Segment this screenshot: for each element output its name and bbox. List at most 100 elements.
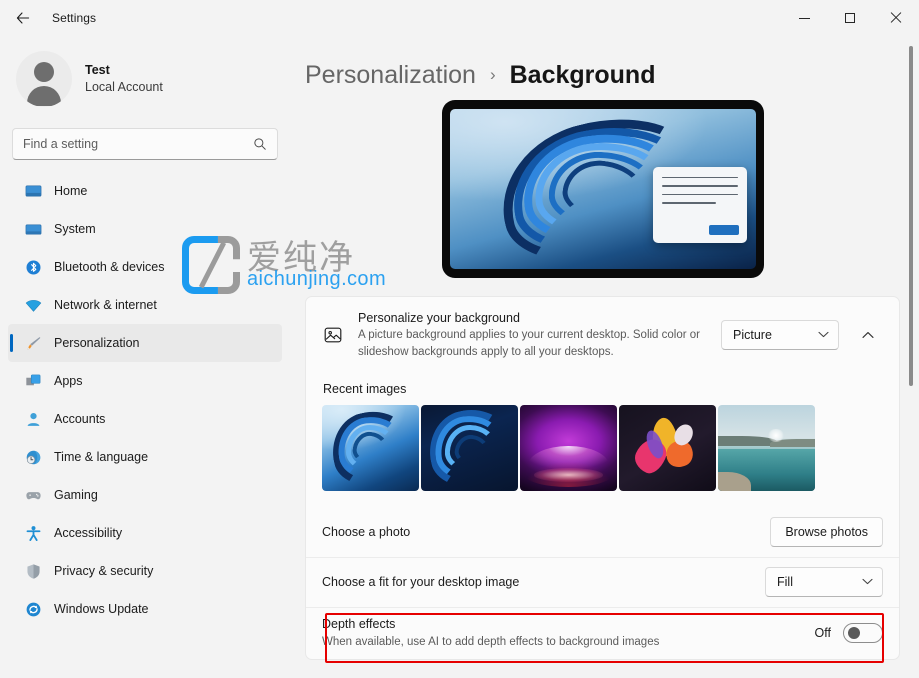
collapse-section-button[interactable]: [853, 320, 883, 350]
recent-images-label: Recent images: [323, 382, 883, 396]
depth-effects-row: Depth effects When available, use AI to …: [306, 607, 899, 659]
recent-image-thumbnail[interactable]: [718, 405, 815, 491]
sidebar-item-label: Bluetooth & devices: [54, 260, 165, 274]
profile-subtitle: Local Account: [85, 79, 163, 96]
sidebar-item-label: System: [54, 222, 96, 236]
recent-images-list: [322, 405, 883, 491]
sidebar-item-gaming[interactable]: Gaming: [8, 476, 282, 514]
fit-value: Fill: [777, 575, 793, 589]
personalize-title: Personalize your background: [358, 309, 707, 327]
mock-text-line: [662, 202, 717, 204]
title-bar: Settings: [0, 0, 919, 36]
desktop-preview-monitor: [442, 100, 764, 278]
shield-icon: [24, 562, 42, 580]
sidebar-item-label: Gaming: [54, 488, 98, 502]
mock-text-line: [662, 185, 738, 187]
clock-globe-icon: [24, 448, 42, 466]
avatar: [16, 51, 72, 107]
sidebar: Test Local Account: [0, 36, 290, 678]
accounts-icon: [24, 410, 42, 428]
personalize-text: Personalize your background A picture ba…: [358, 309, 707, 362]
chevron-up-icon: [862, 331, 874, 339]
choose-fit-text: Choose a fit for your desktop image: [322, 573, 751, 591]
apps-icon: [24, 372, 42, 390]
close-button[interactable]: [873, 0, 919, 36]
recent-image-thumbnail[interactable]: [322, 405, 419, 491]
depth-effects-title: Depth effects: [322, 615, 801, 633]
system-icon: [24, 220, 42, 238]
home-icon: [24, 182, 42, 200]
sidebar-item-accounts[interactable]: Accounts: [8, 400, 282, 438]
mock-button: [709, 225, 739, 235]
minimize-button[interactable]: [781, 0, 827, 36]
sidebar-item-bluetooth[interactable]: Bluetooth & devices: [8, 248, 282, 286]
breadcrumb: Personalization › Background: [305, 36, 900, 96]
minimize-icon: [799, 18, 810, 19]
bluetooth-icon: [24, 258, 42, 276]
maximize-button[interactable]: [827, 0, 873, 36]
fit-dropdown[interactable]: Fill: [765, 567, 883, 597]
sidebar-item-label: Accessibility: [54, 526, 122, 540]
maximize-icon: [845, 13, 855, 23]
depth-effects-text: Depth effects When available, use AI to …: [322, 615, 801, 650]
sidebar-nav: Home System: [8, 172, 282, 628]
close-icon: [890, 12, 902, 24]
sidebar-item-apps[interactable]: Apps: [8, 362, 282, 400]
window-title: Settings: [52, 11, 96, 25]
profile-text: Test Local Account: [85, 62, 163, 96]
depth-effects-toggle-group: Off: [815, 623, 883, 643]
sidebar-item-system[interactable]: System: [8, 210, 282, 248]
background-type-value: Picture: [733, 328, 772, 342]
recent-image-thumbnail[interactable]: [421, 405, 518, 491]
breadcrumb-parent[interactable]: Personalization: [305, 61, 476, 90]
preview-section: [305, 96, 900, 278]
sidebar-item-privacy-security[interactable]: Privacy & security: [8, 552, 282, 590]
sidebar-item-label: Windows Update: [54, 602, 149, 616]
sidebar-item-label: Privacy & security: [54, 564, 153, 578]
choose-fit-title: Choose a fit for your desktop image: [322, 573, 751, 591]
choose-photo-title: Choose a photo: [322, 523, 756, 541]
update-icon: [24, 600, 42, 618]
settings-window: Settings Test Local Account: [0, 0, 919, 678]
search-icon: [253, 137, 267, 151]
search-box[interactable]: [12, 128, 278, 160]
page-title: Background: [510, 61, 656, 90]
content-area: Personalization › Background: [290, 36, 919, 678]
personalize-description: A picture background applies to your cur…: [358, 327, 707, 362]
sidebar-item-windows-update[interactable]: Windows Update: [8, 590, 282, 628]
mock-text-line: [662, 194, 738, 196]
sidebar-item-network[interactable]: Network & internet: [8, 286, 282, 324]
user-profile[interactable]: Test Local Account: [8, 36, 282, 112]
window-controls: [781, 0, 919, 36]
sidebar-item-label: Accounts: [54, 412, 105, 426]
background-type-dropdown[interactable]: Picture: [721, 320, 839, 350]
network-icon: [24, 296, 42, 314]
scrollbar-thumb[interactable]: [909, 46, 913, 386]
search-input[interactable]: [23, 137, 253, 151]
sidebar-item-time-language[interactable]: Time & language: [8, 438, 282, 476]
accessibility-icon: [24, 524, 42, 542]
vertical-scrollbar[interactable]: [906, 36, 916, 678]
mock-text-line: [662, 177, 738, 179]
preview-screen: [450, 109, 756, 269]
sidebar-item-home[interactable]: Home: [8, 172, 282, 210]
choose-fit-row: Choose a fit for your desktop image Fill: [306, 557, 899, 607]
breadcrumb-separator-icon: ›: [490, 65, 496, 85]
sidebar-item-accessibility[interactable]: Accessibility: [8, 514, 282, 552]
choose-photo-text: Choose a photo: [322, 523, 756, 541]
browse-photos-button[interactable]: Browse photos: [770, 517, 883, 547]
sidebar-item-label: Apps: [54, 374, 83, 388]
back-button[interactable]: [6, 3, 40, 33]
recent-image-thumbnail[interactable]: [520, 405, 617, 491]
toggle-knob: [848, 627, 860, 639]
window-body: Test Local Account: [0, 36, 919, 678]
depth-effects-toggle[interactable]: [843, 623, 883, 643]
chevron-down-icon: [862, 577, 873, 587]
paintbrush-icon: [24, 334, 42, 352]
chevron-down-icon: [818, 330, 829, 340]
sidebar-item-personalization[interactable]: Personalization: [8, 324, 282, 362]
preview-mock-window: [653, 167, 747, 243]
recent-images-section: Recent images: [306, 374, 899, 507]
depth-effects-description: When available, use AI to add depth effe…: [322, 634, 801, 651]
recent-image-thumbnail[interactable]: [619, 405, 716, 491]
